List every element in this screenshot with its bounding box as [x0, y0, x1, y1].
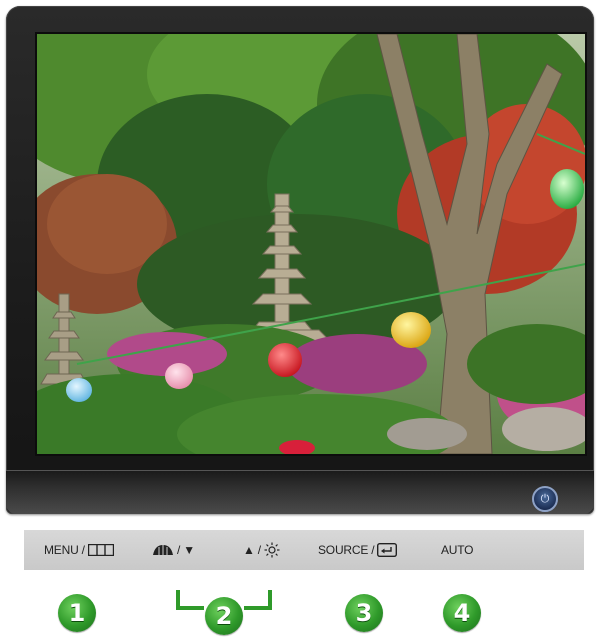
- menu-label: MENU /: [44, 543, 85, 557]
- source-button[interactable]: SOURCE /: [318, 530, 398, 570]
- power-icon: ⏻: [540, 492, 550, 505]
- brightness-sun-icon: [264, 542, 280, 558]
- monitor-screen: [37, 34, 585, 454]
- badge-1: 1: [58, 594, 96, 632]
- arrow-down-label: / ▼: [177, 543, 195, 557]
- badge-2: 2: [205, 597, 243, 635]
- auto-label: AUTO: [441, 543, 474, 557]
- enter-arrow-icon: [377, 543, 398, 557]
- arrow-up-label: ▲ /: [243, 543, 261, 557]
- source-label: SOURCE /: [318, 543, 375, 557]
- menu-button[interactable]: MENU /: [44, 530, 114, 570]
- magic-bright-down-button[interactable]: / ▼: [152, 530, 195, 570]
- badge-4: 4: [443, 594, 481, 632]
- menu-grid-icon: [87, 544, 114, 556]
- auto-button[interactable]: AUTO: [441, 530, 474, 570]
- garden-photo: [37, 34, 585, 454]
- up-brightness-button[interactable]: ▲ /: [243, 530, 280, 570]
- badge-3: 3: [345, 594, 383, 632]
- magic-bright-icon: [153, 545, 173, 555]
- power-button[interactable]: ⏻: [532, 486, 558, 512]
- monitor-bottom-bezel: [6, 470, 594, 514]
